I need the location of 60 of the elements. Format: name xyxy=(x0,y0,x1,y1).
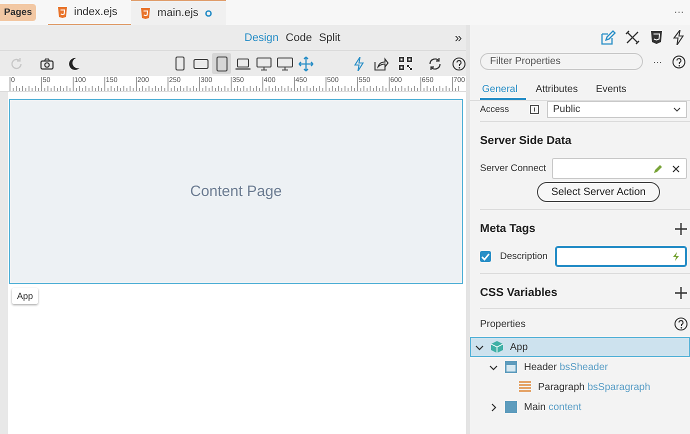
help-icon[interactable] xyxy=(674,317,688,331)
tree-item[interactable]: Header bsSheader xyxy=(470,357,690,377)
add-icon[interactable] xyxy=(675,223,687,235)
chevron-down-icon xyxy=(489,362,498,372)
laptop-icon xyxy=(234,56,250,72)
panel-tab[interactable]: Attributes xyxy=(534,84,586,100)
moon-icon[interactable] xyxy=(68,57,80,70)
checkbox[interactable] xyxy=(480,251,491,262)
options-button[interactable]: ··· xyxy=(653,56,662,66)
help-icon[interactable] xyxy=(452,56,466,70)
field-label: Access xyxy=(480,104,510,114)
tools-icon[interactable] xyxy=(625,30,640,44)
section-title: CSS Variables xyxy=(480,287,558,299)
field-label: Server Connect xyxy=(480,163,548,174)
share-icon[interactable] xyxy=(374,56,389,70)
html-file-icon xyxy=(58,6,67,18)
chevron-down-icon xyxy=(475,342,484,352)
info-icon xyxy=(530,104,539,114)
edit-icon[interactable] xyxy=(601,30,616,44)
view-mode-tab[interactable]: Split xyxy=(318,32,340,44)
server-connect-field[interactable] xyxy=(552,158,687,179)
pages-badge[interactable]: Pages xyxy=(0,4,36,21)
chevron-down-icon xyxy=(673,106,681,112)
qr-code-icon[interactable] xyxy=(399,57,412,70)
html-file-icon xyxy=(141,8,150,18)
tree-item[interactable]: App xyxy=(470,337,690,357)
access-dropdown[interactable]: Public xyxy=(547,100,687,118)
help-icon[interactable] xyxy=(672,54,686,68)
move-arrows-icon xyxy=(298,56,314,72)
tree-item[interactable]: Paragraph bsSparagraph xyxy=(470,377,690,397)
content-page[interactable]: Content Page xyxy=(9,99,463,284)
text-lines-icon xyxy=(518,380,532,394)
pencil-icon[interactable] xyxy=(653,164,663,174)
field-label: Description xyxy=(500,251,549,262)
properties-label: Properties xyxy=(480,318,526,330)
refresh-icon[interactable] xyxy=(428,56,442,70)
more-menu-button[interactable]: ··· xyxy=(674,7,690,18)
monitor-icon xyxy=(256,56,272,72)
element-label[interactable]: App xyxy=(12,288,38,304)
add-icon[interactable] xyxy=(675,287,687,299)
section-title: Meta Tags xyxy=(480,223,536,235)
tree-item[interactable]: Main content xyxy=(470,397,690,417)
css-badge-icon[interactable] xyxy=(649,30,664,44)
file-tab[interactable]: main.ejs xyxy=(131,0,226,25)
section-title: Server Side Data xyxy=(480,135,572,147)
view-mode-tab[interactable]: Code xyxy=(286,32,312,44)
select-action-button[interactable]: Select Server Action xyxy=(537,182,660,202)
block-icon xyxy=(504,400,518,414)
chevron-right-icon xyxy=(489,402,498,412)
description-field[interactable] xyxy=(555,246,687,267)
panel-tab[interactable]: Events xyxy=(594,84,634,100)
header-block-icon xyxy=(504,360,518,374)
expand-button[interactable]: » xyxy=(454,30,466,45)
tablet-icon xyxy=(214,56,230,72)
close-icon[interactable] xyxy=(672,164,680,172)
wide-monitor-icon xyxy=(276,56,292,72)
device-button[interactable] xyxy=(212,53,231,74)
filter-field[interactable]: Filter Properties xyxy=(480,53,644,70)
cube-icon xyxy=(490,340,504,354)
camera-icon[interactable] xyxy=(40,58,54,70)
